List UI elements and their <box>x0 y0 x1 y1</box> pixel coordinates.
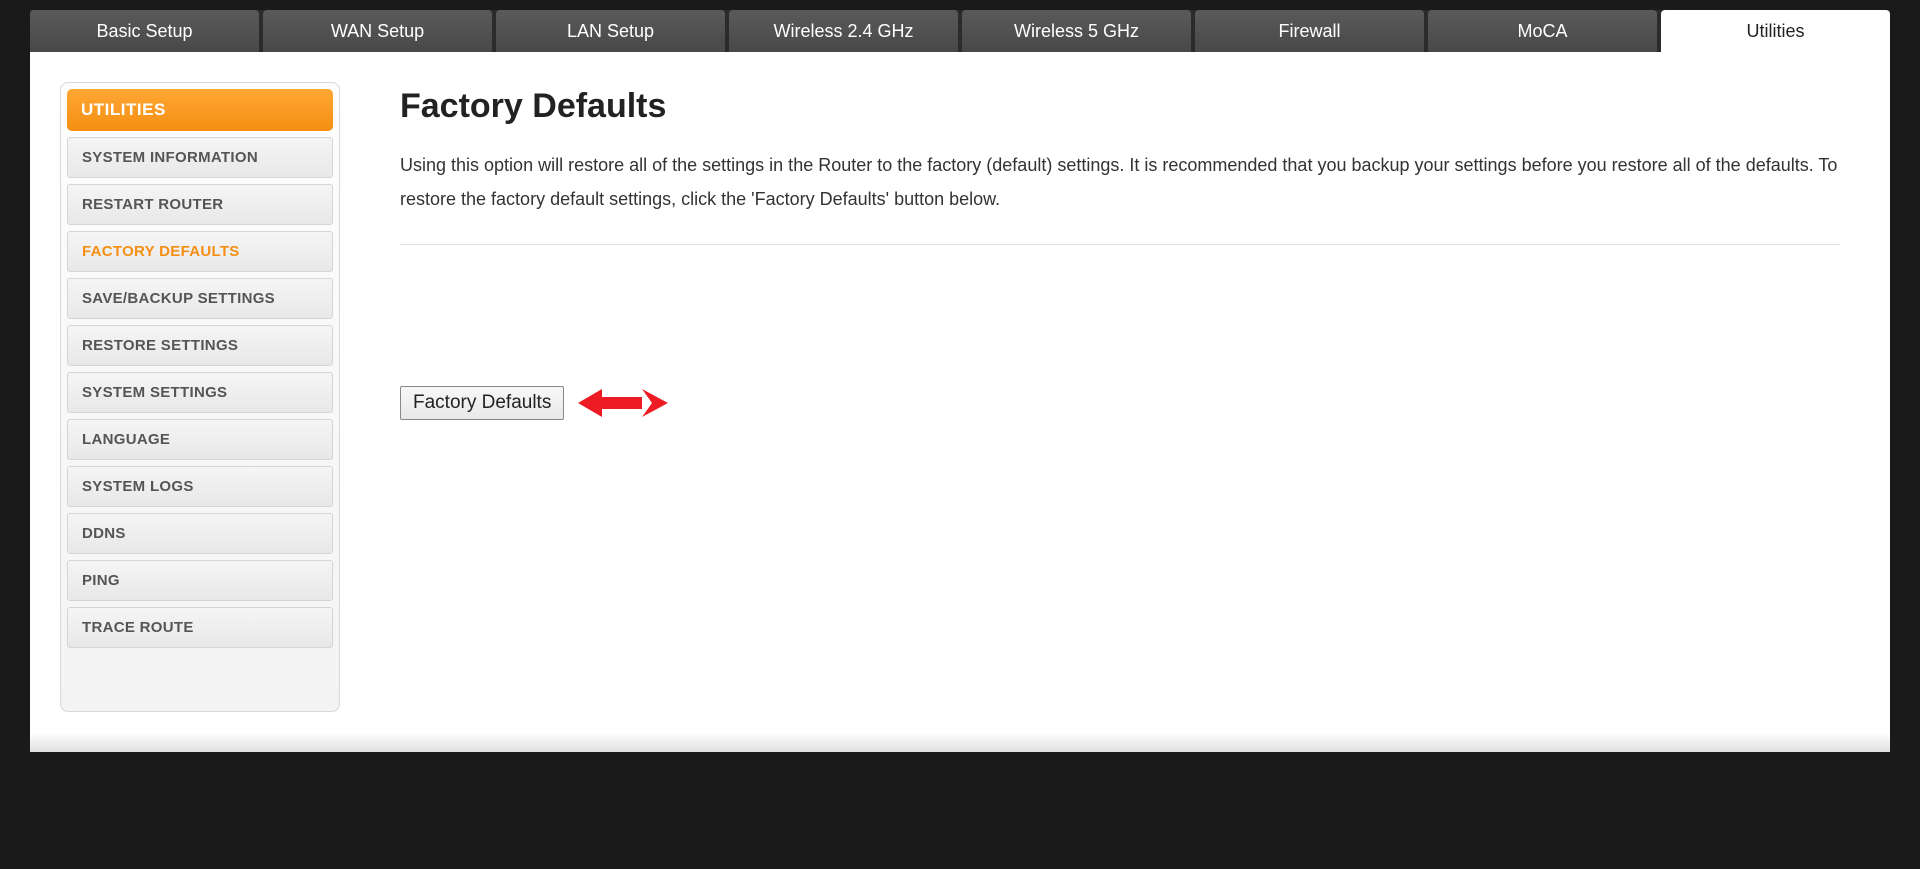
sidebar-item-save-backup-settings[interactable]: SAVE/BACKUP SETTINGS <box>67 278 333 319</box>
tab-wireless-2-4-ghz[interactable]: Wireless 2.4 GHz <box>729 10 958 52</box>
sidebar-item-restart-router[interactable]: RESTART ROUTER <box>67 184 333 225</box>
tab-wireless-5-ghz[interactable]: Wireless 5 GHz <box>962 10 1191 52</box>
top-nav-tabs: Basic SetupWAN SetupLAN SetupWireless 2.… <box>30 10 1890 52</box>
tab-wan-setup[interactable]: WAN Setup <box>263 10 492 52</box>
main-content: Factory Defaults Using this option will … <box>400 82 1840 712</box>
sidebar: UTILITIES SYSTEM INFORMATION RESTART ROUT… <box>60 82 340 712</box>
tab-utilities[interactable]: Utilities <box>1661 10 1890 52</box>
page-description: Using this option will restore all of th… <box>400 148 1840 245</box>
sidebar-item-factory-defaults[interactable]: FACTORY DEFAULTS <box>67 231 333 272</box>
sidebar-item-language[interactable]: LANGUAGE <box>67 419 333 460</box>
content-area: UTILITIES SYSTEM INFORMATION RESTART ROUT… <box>30 52 1890 732</box>
bottom-shadow <box>30 732 1890 752</box>
tab-lan-setup[interactable]: LAN Setup <box>496 10 725 52</box>
tutorial-arrow-icon <box>578 385 668 421</box>
sidebar-item-system-information[interactable]: SYSTEM INFORMATION <box>67 137 333 178</box>
tab-moca[interactable]: MoCA <box>1428 10 1657 52</box>
page-title: Factory Defaults <box>400 87 1840 126</box>
sidebar-item-ping[interactable]: PING <box>67 560 333 601</box>
action-area: Factory Defaults <box>400 385 1840 421</box>
tab-firewall[interactable]: Firewall <box>1195 10 1424 52</box>
app-frame: Basic SetupWAN SetupLAN SetupWireless 2.… <box>0 0 1920 869</box>
sidebar-item-ddns[interactable]: DDNS <box>67 513 333 554</box>
sidebar-item-restore-settings[interactable]: RESTORE SETTINGS <box>67 325 333 366</box>
sidebar-item-trace-route[interactable]: TRACE ROUTE <box>67 607 333 648</box>
sidebar-item-system-settings[interactable]: SYSTEM SETTINGS <box>67 372 333 413</box>
sidebar-header: UTILITIES <box>67 89 333 131</box>
tab-basic-setup[interactable]: Basic Setup <box>30 10 259 52</box>
sidebar-item-system-logs[interactable]: SYSTEM LOGS <box>67 466 333 507</box>
factory-defaults-button[interactable]: Factory Defaults <box>400 386 564 420</box>
